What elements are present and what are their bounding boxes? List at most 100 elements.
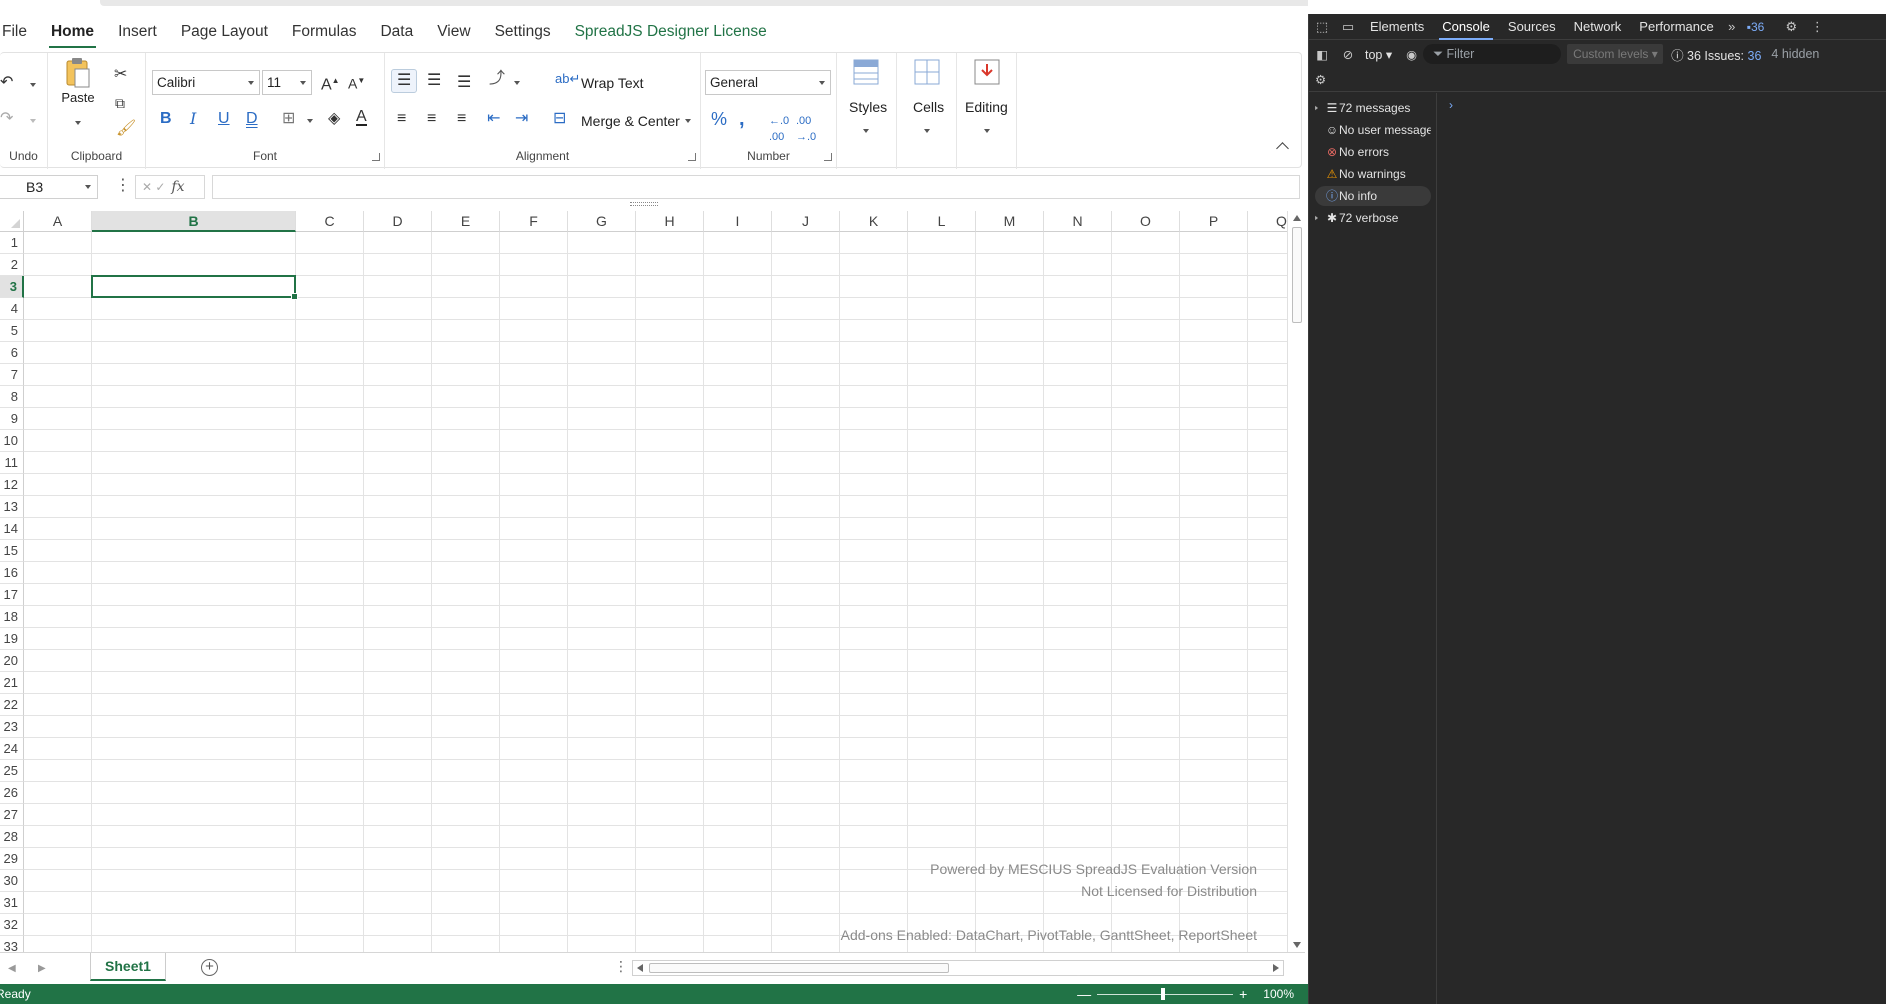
column-header[interactable]: M <box>976 211 1044 232</box>
select-all-corner[interactable] <box>0 211 24 232</box>
column-header[interactable]: A <box>24 211 92 232</box>
comma-style-icon[interactable]: , <box>739 109 745 129</box>
spreadsheet-grid[interactable]: ABCDEFGHIJKLMNOPQ 1 2 3 4 5 6 7 8 9 10 11 12 13 14 15 1… <box>0 211 1287 952</box>
font-size-select[interactable]: 11 <box>262 70 312 95</box>
zoom-in-icon[interactable]: + <box>1239 984 1247 1004</box>
horizontal-scrollbar[interactable] <box>632 960 1284 976</box>
horizontal-scroll-thumb[interactable] <box>649 963 949 973</box>
row-header[interactable]: 23 <box>0 716 24 738</box>
undo-dropdown-caret[interactable] <box>30 83 36 87</box>
underline-icon[interactable]: U <box>218 111 230 127</box>
row-header[interactable]: 25 <box>0 760 24 782</box>
tab-formulas[interactable]: Formulas <box>280 14 369 50</box>
tab-splitter-handle-icon[interactable]: ⋮ <box>614 959 628 973</box>
tab-data[interactable]: Data <box>368 14 425 50</box>
formula-bar-resize-handle[interactable] <box>630 202 658 206</box>
vertical-scroll-thumb[interactable] <box>1292 227 1302 323</box>
issues-counter[interactable]: ⓘ 36 Issues: 36 <box>1671 45 1761 64</box>
row-header[interactable]: 20 <box>0 650 24 672</box>
column-header[interactable]: H <box>636 211 704 232</box>
scroll-right-arrow-icon[interactable] <box>1273 964 1279 972</box>
row-header[interactable]: 21 <box>0 672 24 694</box>
formula-input[interactable] <box>212 175 1300 199</box>
merge-dropdown-caret[interactable] <box>685 119 691 123</box>
cut-icon[interactable]: ✂ <box>114 67 127 83</box>
orientation-icon[interactable]: ⤴ <box>489 71 505 87</box>
zoom-percentage[interactable]: 100% <box>1263 984 1294 1004</box>
row-header[interactable]: 13 <box>0 496 24 518</box>
merge-center-button[interactable]: Merge & Center <box>581 113 680 129</box>
italic-icon[interactable]: I <box>190 111 196 127</box>
undo-icon[interactable]: ↶ <box>0 75 13 91</box>
number-dialog-launcher-icon[interactable] <box>824 153 832 161</box>
column-header[interactable]: D <box>364 211 432 232</box>
row-header[interactable]: 24 <box>0 738 24 760</box>
selected-cell[interactable] <box>91 275 298 300</box>
settings-gear-icon[interactable]: ⚙ <box>1778 19 1804 35</box>
middle-align-icon[interactable]: ☰ <box>427 73 441 89</box>
row-header[interactable]: 12 <box>0 474 24 496</box>
copy-icon[interactable]: ⧉ <box>115 95 125 111</box>
borders-dropdown-caret[interactable] <box>307 119 313 123</box>
percent-style-icon[interactable]: % <box>711 110 727 128</box>
row-header[interactable]: 7 <box>0 364 24 386</box>
cells-group[interactable]: Cells <box>897 53 957 169</box>
decrease-font-icon[interactable]: A▼ <box>348 73 365 92</box>
name-box[interactable]: B3 <box>0 175 98 199</box>
number-format-select[interactable]: General <box>705 70 831 95</box>
collapse-ribbon-icon[interactable] <box>1276 142 1289 155</box>
console-sidebar-item[interactable]: ☺ No user messages <box>1315 120 1431 140</box>
format-painter-icon[interactable]: 🖌 <box>116 121 136 137</box>
bold-icon[interactable]: B <box>160 111 172 127</box>
tab-insert[interactable]: Insert <box>106 14 169 50</box>
console-sidebar-item[interactable]: ⊗ No errors <box>1315 142 1431 162</box>
scroll-down-arrow-icon[interactable] <box>1293 942 1301 948</box>
column-header[interactable]: P <box>1180 211 1248 232</box>
context-select[interactable]: top ▾ <box>1365 47 1392 62</box>
row-header[interactable]: 18 <box>0 606 24 628</box>
column-header[interactable]: K <box>840 211 908 232</box>
console-prompt-icon[interactable]: › <box>1449 98 1453 112</box>
row-header[interactable]: 14 <box>0 518 24 540</box>
row-header[interactable]: 32 <box>0 914 24 936</box>
column-header[interactable]: N <box>1044 211 1112 232</box>
column-header[interactable]: G <box>568 211 636 232</box>
align-center-icon[interactable]: ≡ <box>427 111 436 127</box>
styles-group[interactable]: Styles <box>837 53 897 169</box>
column-header[interactable]: E <box>432 211 500 232</box>
row-header[interactable]: 2 <box>0 254 24 276</box>
scroll-left-arrow-icon[interactable] <box>637 964 643 972</box>
row-header[interactable]: 10 <box>0 430 24 452</box>
clear-console-icon[interactable]: ⊘ <box>1335 47 1361 62</box>
row-header[interactable]: 6 <box>0 342 24 364</box>
column-header[interactable]: L <box>908 211 976 232</box>
align-right-icon[interactable]: ≡ <box>457 111 466 127</box>
issues-badge[interactable]: ▪36 <box>1747 20 1765 34</box>
paste-button[interactable]: Paste <box>58 57 98 127</box>
more-options-icon[interactable]: ⋮ <box>115 178 131 194</box>
column-header[interactable]: I <box>704 211 772 232</box>
editing-group[interactable]: Editing <box>957 53 1017 169</box>
row-header[interactable]: 29 <box>0 848 24 870</box>
zoom-slider-knob[interactable] <box>1161 987 1166 1000</box>
more-tabs-icon[interactable]: » <box>1723 19 1741 34</box>
zoom-out-icon[interactable]: — <box>1077 984 1091 1004</box>
redo-dropdown-caret[interactable] <box>30 119 36 123</box>
column-header[interactable]: Q <box>1248 211 1287 232</box>
row-header[interactable]: 5 <box>0 320 24 342</box>
increase-indent-icon[interactable]: ⇥ <box>515 111 528 127</box>
font-color-icon[interactable]: A <box>356 109 367 126</box>
zoom-slider[interactable] <box>1097 987 1234 1000</box>
row-header[interactable]: 26 <box>0 782 24 804</box>
row-header[interactable]: 33 <box>0 936 24 952</box>
page-scroll-thumb[interactable] <box>100 0 1308 6</box>
column-header[interactable]: C <box>296 211 364 232</box>
row-header[interactable]: 31 <box>0 892 24 914</box>
sheet-tab-sheet1[interactable]: Sheet1 <box>90 953 166 981</box>
row-header[interactable]: 28 <box>0 826 24 848</box>
decrease-indent-icon[interactable]: ⇤ <box>487 111 500 127</box>
sidebar-toggle-icon[interactable]: ◧ <box>1309 47 1335 62</box>
console-sidebar-item[interactable]: ⓘ No info <box>1315 186 1431 206</box>
devtools-tab-performance[interactable]: Performance <box>1630 14 1722 40</box>
borders-icon[interactable]: ⊞ <box>282 111 295 127</box>
